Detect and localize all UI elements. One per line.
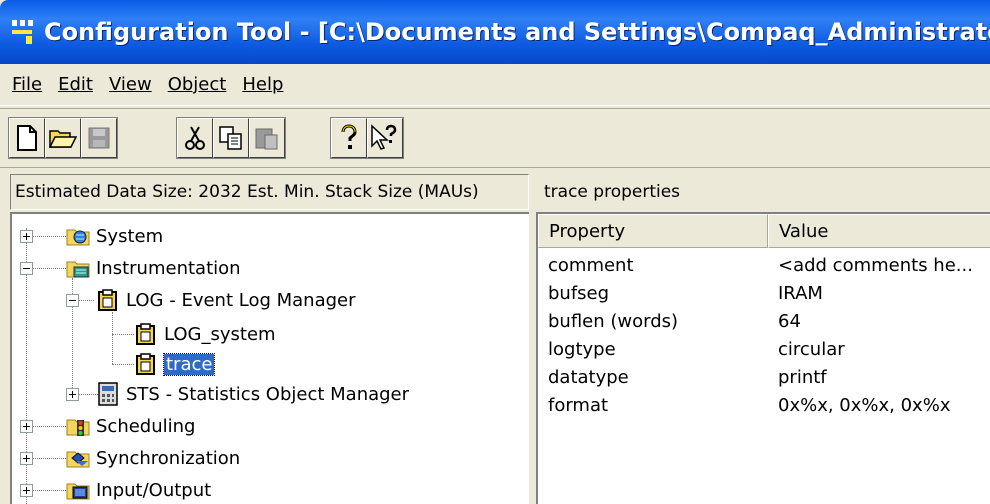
tree-label: LOG_system <box>164 323 276 345</box>
tree-item-log-manager[interactable]: LOG - Event Log Manager <box>96 284 356 316</box>
tree-label: STS - Statistics Object Manager <box>126 383 410 405</box>
property-value[interactable]: 0x%x, 0x%x, 0x%x <box>768 392 950 420</box>
property-value[interactable]: IRAM <box>768 280 823 308</box>
data-size-status: Estimated Data Size: 2032 Est. Min. Stac… <box>10 174 529 210</box>
property-row[interactable]: comment <add comments he... <box>538 252 973 280</box>
tree-label: System <box>96 225 164 247</box>
tree-label: Input/Output <box>96 479 212 501</box>
property-value[interactable]: <add comments he... <box>768 252 973 280</box>
tree-item-synchronization[interactable]: Synchronization <box>66 442 240 474</box>
new-button[interactable] <box>9 118 45 158</box>
expand-system[interactable] <box>20 230 33 243</box>
tree-item-trace[interactable]: trace <box>134 348 216 380</box>
property-row[interactable]: datatype printf <box>538 364 827 392</box>
context-help-button[interactable] <box>367 118 403 158</box>
help-button[interactable] <box>331 118 367 158</box>
properties-header: Property Value <box>538 214 990 248</box>
menu-help[interactable]: Help <box>234 74 291 95</box>
title-bar[interactable]: Configuration Tool - [C:\Documents and S… <box>0 0 990 64</box>
collapse-instrumentation[interactable] <box>20 262 33 275</box>
property-name: datatype <box>548 367 629 388</box>
help-button-group <box>330 117 404 159</box>
folder-sync-icon <box>66 451 90 468</box>
calculator-icon <box>98 382 118 406</box>
expand-input-output[interactable] <box>20 484 33 497</box>
tree-label: Instrumentation <box>96 257 241 279</box>
object-tree[interactable]: System Instrumentation LOG - Event Log M… <box>10 212 529 504</box>
property-name: comment <box>548 255 634 276</box>
copy-icon <box>219 126 242 150</box>
open-folder-icon <box>49 130 77 148</box>
column-header-property[interactable]: Property <box>538 214 768 248</box>
property-name: buflen (words) <box>548 311 679 332</box>
property-row[interactable]: bufseg IRAM <box>538 280 823 308</box>
tree-label-selected: trace <box>162 352 216 376</box>
menu-object[interactable]: Object <box>160 74 235 95</box>
edit-button-group <box>176 117 286 159</box>
properties-title: trace properties <box>544 182 681 202</box>
folder-traffic-light-icon <box>66 419 90 436</box>
folder-globe-icon <box>66 229 90 246</box>
tree-item-scheduling[interactable]: Scheduling <box>66 410 195 442</box>
property-row[interactable]: buflen (words) 64 <box>538 308 801 336</box>
column-header-value[interactable]: Value <box>768 214 990 248</box>
context-help-icon <box>371 124 397 150</box>
paste-icon <box>255 128 278 150</box>
tree-item-system[interactable]: System <box>66 220 163 252</box>
cut-icon <box>185 126 205 150</box>
log-manager-icon <box>98 289 117 311</box>
save-button[interactable] <box>81 118 117 158</box>
tree-item-input-output[interactable]: Input/Output <box>66 474 211 504</box>
folder-instrument-icon <box>66 261 90 278</box>
menu-view[interactable]: View <box>101 74 160 95</box>
expand-scheduling[interactable] <box>20 420 33 433</box>
properties-list[interactable]: Property Value comment <add comments he.… <box>536 212 990 504</box>
property-value[interactable]: circular <box>768 336 845 364</box>
tree-label: LOG - Event Log Manager <box>126 289 356 311</box>
menu-edit[interactable]: Edit <box>50 74 101 95</box>
help-icon <box>341 124 357 149</box>
property-value[interactable]: 64 <box>768 308 801 336</box>
property-name: format <box>548 395 609 416</box>
menu-bar: File Edit View Object Help <box>0 64 990 106</box>
tree-label: Synchronization <box>96 447 241 469</box>
property-row[interactable]: logtype circular <box>538 336 845 364</box>
toolbar <box>0 108 990 168</box>
property-row[interactable]: format 0x%x, 0x%x, 0x%x <box>538 392 950 420</box>
log-object-icon <box>136 323 155 345</box>
tree-item-log-system[interactable]: LOG_system <box>134 318 276 350</box>
save-icon <box>88 127 110 149</box>
expand-synchronization[interactable] <box>20 452 33 465</box>
tree-item-instrumentation[interactable]: Instrumentation <box>66 252 241 284</box>
expand-sts-manager[interactable] <box>66 388 79 401</box>
collapse-log-manager[interactable] <box>66 294 79 307</box>
file-button-group <box>8 117 118 159</box>
property-value[interactable]: printf <box>768 364 827 392</box>
tree-item-sts-manager[interactable]: STS - Statistics Object Manager <box>96 378 409 410</box>
property-name: bufseg <box>548 283 610 304</box>
open-button[interactable] <box>45 118 81 158</box>
cut-button[interactable] <box>177 118 213 158</box>
property-name: logtype <box>548 339 616 360</box>
app-icon[interactable] <box>12 18 38 46</box>
copy-button[interactable] <box>213 118 249 158</box>
menu-file[interactable]: File <box>4 74 50 95</box>
folder-monitor-icon <box>66 483 90 500</box>
tree-label: Scheduling <box>96 415 196 437</box>
window-title: Configuration Tool - [C:\Documents and S… <box>43 18 990 46</box>
paste-button[interactable] <box>249 118 285 158</box>
log-object-icon <box>136 353 155 375</box>
new-document-icon <box>17 125 37 151</box>
